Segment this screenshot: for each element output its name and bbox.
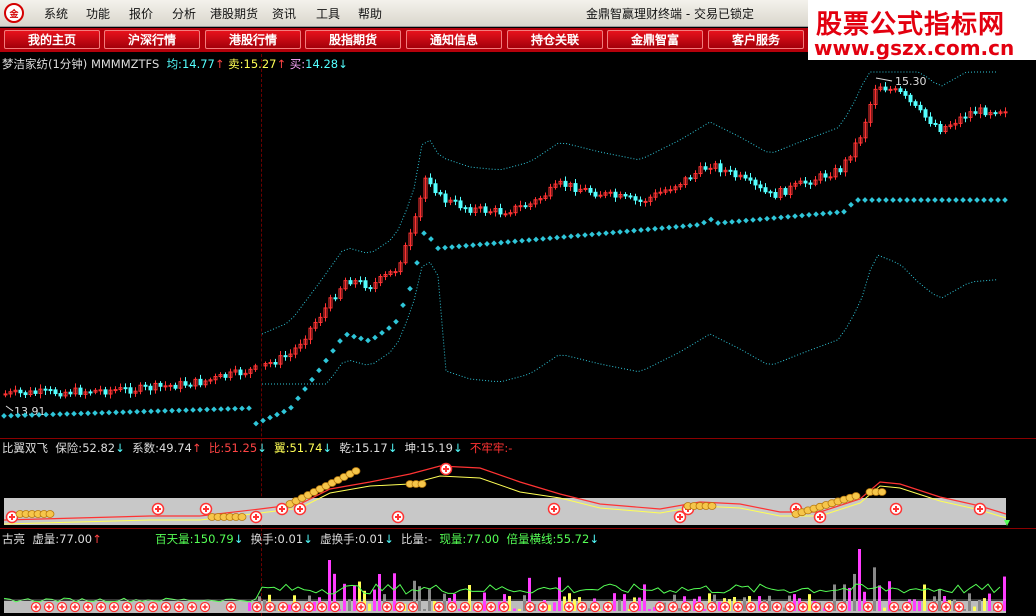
volume-bar [378, 574, 381, 611]
nav-customer-service-button[interactable]: 客户服务 [708, 30, 804, 49]
nav-notice-button[interactable]: 通知信息 [406, 30, 502, 49]
menu-news[interactable]: 资讯 [272, 5, 296, 22]
volume-bar [883, 607, 886, 611]
nav-sh-sz-quotes-button[interactable]: 沪深行情 [104, 30, 200, 49]
volume-bar [918, 601, 921, 611]
window-title: 金鼎智赢理财终端 - 交易已锁定 [586, 7, 754, 21]
brand-url: www.gszx.com.cn [814, 36, 1015, 60]
volume-bar [548, 604, 551, 611]
volume-bar [553, 602, 556, 611]
volume-bar [558, 577, 561, 611]
volume-bar [348, 599, 351, 611]
volume-bar [483, 592, 486, 611]
volume-bar [328, 560, 331, 611]
menu-function[interactable]: 功能 [86, 5, 110, 22]
chart-area[interactable]: 梦洁家纺(1分钟) MMMMZTFS 均:14.77↑ 卖:15.27↑ 买:1… [0, 54, 1036, 616]
menu-tools[interactable]: 工具 [316, 5, 340, 22]
nav-index-futures-button[interactable]: 股指期货 [305, 30, 401, 49]
volume-bar [968, 593, 971, 611]
volume-bar [678, 608, 681, 611]
volume-bar [248, 602, 251, 611]
volume-bar [973, 606, 976, 611]
app-logo-icon: 金 [4, 3, 24, 23]
brand-watermark: 股票公式指标网 www.gszx.com.cn [808, 0, 1036, 60]
volume-bar [353, 585, 356, 611]
nav-jinding-wealth-button[interactable]: 金鼎智富 [607, 30, 703, 49]
nav-my-home-button[interactable]: 我的主页 [4, 30, 100, 49]
volume-bar [978, 600, 981, 611]
volume-bar [513, 608, 516, 611]
volume-bar [913, 599, 916, 611]
volume-bar [808, 594, 811, 611]
volume-bar [423, 609, 426, 611]
volume-bar [848, 587, 851, 611]
volume-bar [743, 597, 746, 611]
nav-hk-quotes-button[interactable]: 港股行情 [205, 30, 301, 49]
volume-bar [873, 567, 876, 611]
volume-bar [858, 549, 861, 611]
menu-help[interactable]: 帮助 [358, 5, 382, 22]
menu-analysis[interactable]: 分析 [172, 5, 196, 22]
svg-text:金: 金 [8, 8, 19, 20]
volume-bar [1003, 576, 1006, 611]
menu-system[interactable]: 系统 [44, 5, 68, 22]
volume-bar [648, 609, 651, 611]
menu-quote[interactable]: 报价 [129, 5, 153, 22]
volume-bar [988, 593, 991, 611]
volume-bar [878, 585, 881, 611]
volume-bar [643, 584, 646, 611]
nav-position-link-button[interactable]: 持仓关联 [507, 30, 603, 49]
volume-bar [618, 600, 621, 611]
volume-chart[interactable] [0, 54, 1036, 616]
volume-bar [368, 603, 371, 611]
volume-bar [853, 573, 856, 611]
volume-bar [518, 608, 521, 611]
volume-bar [623, 594, 626, 611]
volume-bar [288, 604, 291, 611]
volume-bar [923, 584, 926, 611]
menu-hk-futures[interactable]: 港股期货 [210, 5, 258, 22]
volume-bar [613, 593, 616, 611]
